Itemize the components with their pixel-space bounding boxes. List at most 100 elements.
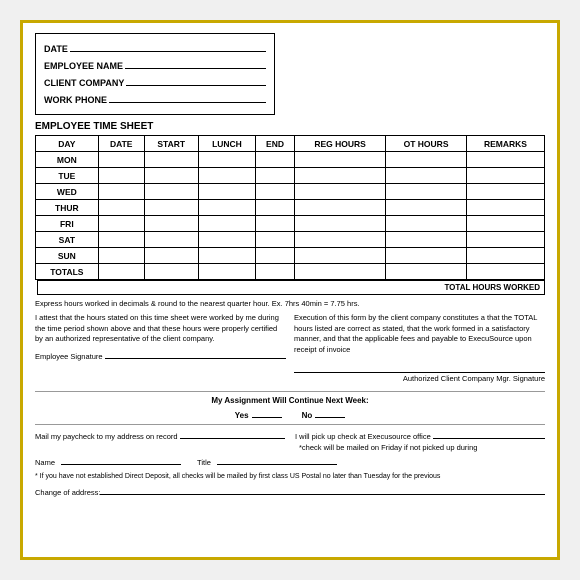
cell-data[interactable] [256,264,295,280]
cell-data[interactable] [386,264,467,280]
cell-data[interactable] [386,248,467,264]
pickup-field[interactable] [433,429,545,439]
cell-data[interactable] [256,168,295,184]
yes-label: Yes [235,411,249,420]
table-row: SAT [36,232,545,248]
no-field[interactable] [315,408,345,418]
bottom-right: I will pick up check at Execusource offi… [295,429,545,452]
attest-right: Execution of this form by the client com… [294,313,545,385]
bottom-left: Mail my paycheck to my address on record [35,429,285,452]
cell-data[interactable] [256,216,295,232]
cell-data[interactable] [98,168,144,184]
cell-data[interactable] [144,264,198,280]
bottom-section: Mail my paycheck to my address on record… [35,429,545,452]
pickup-label: I will pick up check at Execusource offi… [295,432,431,441]
cell-data[interactable] [98,152,144,168]
mail-field[interactable] [180,429,285,439]
change-label: Change of address: [35,488,100,497]
cell-data[interactable] [294,168,385,184]
cell-data[interactable] [198,216,255,232]
attestation-section: I attest that the hours stated on this t… [35,313,545,385]
cell-data[interactable] [256,232,295,248]
work-phone-line: WORK PHONE [44,91,266,105]
cell-data[interactable] [294,248,385,264]
name-label: Name [35,458,55,467]
cell-data[interactable] [294,152,385,168]
cell-data[interactable] [98,248,144,264]
name-title-line: Name Title [35,455,545,467]
cell-data[interactable] [198,232,255,248]
cell-data[interactable] [144,216,198,232]
client-sig-line [294,363,545,373]
cell-data[interactable] [467,200,545,216]
cell-data[interactable] [467,216,545,232]
cell-day: MON [36,152,99,168]
cell-data[interactable] [256,248,295,264]
cell-data[interactable] [467,232,545,248]
cell-day: WED [36,184,99,200]
cell-data[interactable] [98,216,144,232]
cell-day: THUR [36,200,99,216]
mail-line: Mail my paycheck to my address on record [35,429,285,441]
cell-data[interactable] [294,200,385,216]
cell-data[interactable] [144,248,198,264]
cell-data[interactable] [294,264,385,280]
date-field[interactable] [70,40,266,52]
note-line: Express hours worked in decimals & round… [35,299,545,308]
cell-data[interactable] [98,184,144,200]
attest-right-text: Execution of this form by the client com… [294,313,537,354]
title-field[interactable] [217,455,337,465]
divider2 [35,424,545,425]
cell-data[interactable] [144,200,198,216]
total-table: TOTAL HOURS WORKED [35,280,545,295]
cell-data[interactable] [294,184,385,200]
cell-data[interactable] [198,168,255,184]
cell-data[interactable] [294,232,385,248]
change-field[interactable] [100,485,545,495]
cell-data[interactable] [386,152,467,168]
cell-data[interactable] [467,248,545,264]
cell-data[interactable] [386,184,467,200]
col-remarks: REMARKS [467,136,545,152]
cell-data[interactable] [144,152,198,168]
cell-data[interactable] [467,152,545,168]
cell-day: FRI [36,216,99,232]
cell-data[interactable] [467,184,545,200]
cell-data[interactable] [198,152,255,168]
work-phone-field[interactable] [109,91,266,103]
cell-data[interactable] [144,168,198,184]
yes-field[interactable] [252,408,282,418]
client-sig-label: Authorized Client Company Mgr. Signature [294,374,545,385]
employee-name-field[interactable] [125,57,266,69]
employee-sig-field[interactable] [105,349,286,359]
cell-data[interactable] [198,200,255,216]
cell-data[interactable] [98,264,144,280]
client-sig-field[interactable] [294,363,545,373]
cell-data[interactable] [256,152,295,168]
cell-data[interactable] [386,168,467,184]
cell-data[interactable] [386,200,467,216]
cell-data[interactable] [386,232,467,248]
cell-data[interactable] [256,200,295,216]
client-company-field[interactable] [126,74,266,86]
cell-data[interactable] [98,232,144,248]
client-company-line: CLIENT COMPANY [44,74,266,88]
attest-left-text: I attest that the hours stated on this t… [35,313,279,343]
cell-data[interactable] [386,216,467,232]
client-company-label: CLIENT COMPANY [44,78,124,88]
cell-data[interactable] [467,168,545,184]
cell-data[interactable] [198,184,255,200]
cell-data[interactable] [198,264,255,280]
cell-data[interactable] [467,264,545,280]
cell-data[interactable] [98,200,144,216]
cell-data[interactable] [198,248,255,264]
employee-name-label: EMPLOYEE NAME [44,61,123,71]
cell-data[interactable] [144,232,198,248]
cell-data[interactable] [256,184,295,200]
timesheet-table: DAY DATE START LUNCH END REG HOURS OT HO… [35,135,545,280]
cell-data[interactable] [294,216,385,232]
table-row: FRI [36,216,545,232]
cell-day: SUN [36,248,99,264]
name-field[interactable] [61,455,181,465]
cell-data[interactable] [144,184,198,200]
